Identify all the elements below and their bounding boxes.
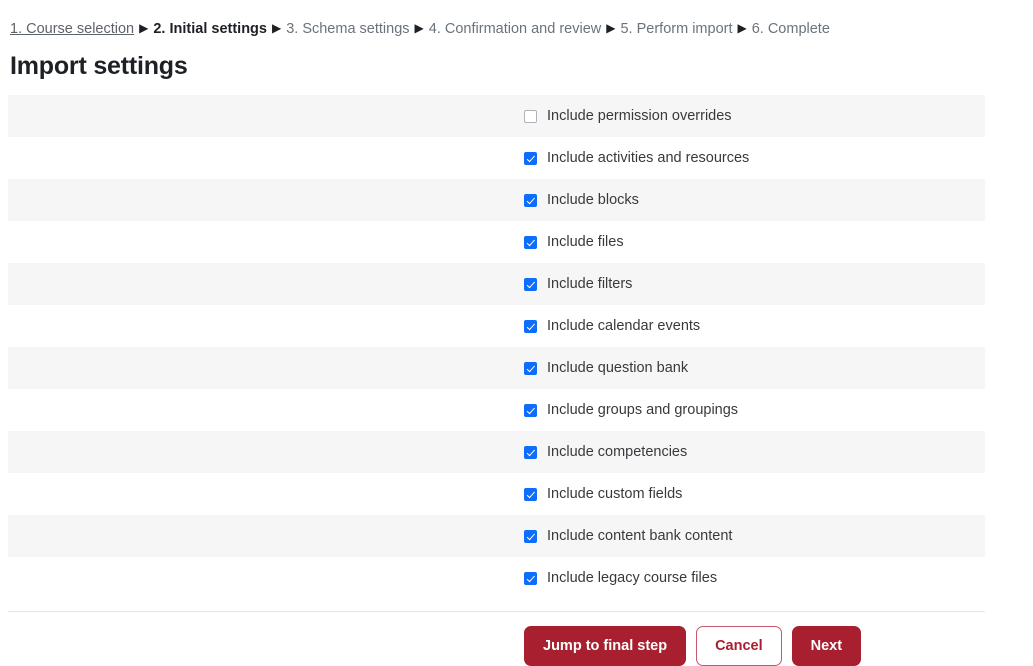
setting-control-cell: Include competencies	[524, 442, 985, 462]
breadcrumb-step-3: 3. Schema settings	[286, 21, 410, 37]
page-title: Import settings	[10, 52, 188, 80]
setting-row: Include files	[8, 221, 985, 263]
setting-row: Include activities and resources	[8, 137, 985, 179]
setting-control-cell: Include files	[524, 232, 985, 252]
setting-label[interactable]: Include legacy course files	[547, 568, 717, 588]
setting-label[interactable]: Include filters	[547, 274, 632, 294]
setting-row: Include blocks	[8, 179, 985, 221]
setting-row: Include groups and groupings	[8, 389, 985, 431]
setting-control-cell: Include blocks	[524, 190, 985, 210]
setting-row: Include permission overrides	[8, 95, 985, 137]
breadcrumb-step-5: 5. Perform import	[620, 21, 733, 37]
setting-label[interactable]: Include groups and groupings	[547, 400, 738, 420]
checkbox-checked-icon[interactable]	[524, 571, 537, 585]
breadcrumb: 1. Course selection ▶ 2. Initial settings ▶…	[0, 0, 1033, 39]
setting-label[interactable]: Include calendar events	[547, 316, 700, 336]
import-settings-page: 1. Course selection ▶ 2. Initial settings ▶…	[0, 0, 1033, 666]
checkbox-checked-icon[interactable]	[524, 529, 537, 543]
breadcrumb-step-4: 4. Confirmation and review	[428, 21, 602, 37]
setting-control-cell: Include filters	[524, 274, 985, 294]
checkbox-checked-icon[interactable]	[524, 487, 537, 501]
checkbox-checked-icon[interactable]	[524, 361, 537, 375]
next-button[interactable]: Next	[791, 626, 862, 666]
checkbox-checked-icon[interactable]	[524, 445, 537, 459]
setting-label[interactable]: Include blocks	[547, 190, 639, 210]
checkbox-checked-icon[interactable]	[524, 235, 537, 249]
import-settings-list: Include permission overrides Include acti…	[8, 95, 985, 599]
checkbox-checked-icon[interactable]	[524, 403, 537, 417]
setting-label[interactable]: Include question bank	[547, 358, 688, 378]
setting-row: Include competencies	[8, 431, 985, 473]
checkbox-checked-icon[interactable]	[524, 151, 537, 165]
setting-control-cell: Include permission overrides	[524, 106, 985, 126]
setting-label[interactable]: Include permission overrides	[547, 106, 732, 126]
breadcrumb-step-1[interactable]: 1. Course selection	[10, 21, 134, 37]
checkbox-unchecked-icon[interactable]	[524, 109, 537, 123]
setting-row: Include filters	[8, 263, 985, 305]
setting-row: Include question bank	[8, 347, 985, 389]
breadcrumb-step-2: 2. Initial settings	[153, 21, 267, 37]
checkbox-checked-icon[interactable]	[524, 277, 537, 291]
setting-label[interactable]: Include files	[547, 232, 624, 252]
breadcrumb-separator-icon: ▶	[414, 21, 424, 35]
cancel-button[interactable]: Cancel	[696, 626, 782, 666]
checkbox-checked-icon[interactable]	[524, 193, 537, 207]
breadcrumb-separator-icon: ▶	[139, 21, 149, 35]
section-divider	[8, 611, 985, 612]
setting-control-cell: Include groups and groupings	[524, 400, 985, 420]
checkbox-checked-icon[interactable]	[524, 319, 537, 333]
setting-label[interactable]: Include custom fields	[547, 484, 682, 504]
setting-label[interactable]: Include activities and resources	[547, 148, 749, 168]
setting-control-cell: Include calendar events	[524, 316, 985, 336]
setting-row: Include custom fields	[8, 473, 985, 515]
breadcrumb-separator-icon: ▶	[606, 21, 616, 35]
setting-control-cell: Include activities and resources	[524, 148, 985, 168]
setting-row: Include legacy course files	[8, 557, 985, 599]
setting-control-cell: Include question bank	[524, 358, 985, 378]
setting-row: Include content bank content	[8, 515, 985, 557]
setting-label[interactable]: Include content bank content	[547, 526, 732, 546]
setting-control-cell: Include content bank content	[524, 526, 985, 546]
breadcrumb-step-6: 6. Complete	[751, 21, 830, 37]
setting-label[interactable]: Include competencies	[547, 442, 687, 462]
action-bar: Jump to final step Cancel Next	[0, 626, 1033, 666]
breadcrumb-separator-icon: ▶	[737, 21, 747, 35]
jump-to-final-step-button[interactable]: Jump to final step	[524, 626, 687, 666]
setting-row: Include calendar events	[8, 305, 985, 347]
breadcrumb-separator-icon: ▶	[271, 21, 282, 35]
setting-control-cell: Include custom fields	[524, 484, 985, 504]
setting-control-cell: Include legacy course files	[524, 568, 985, 588]
